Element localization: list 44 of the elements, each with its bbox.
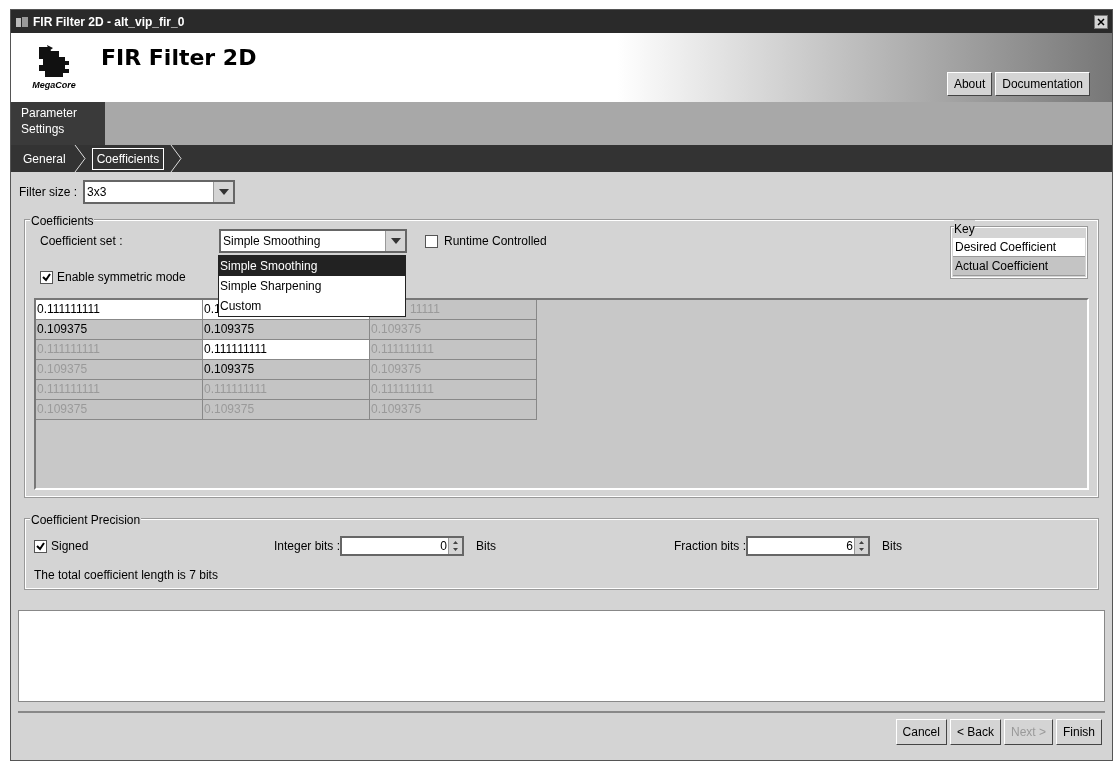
- checkbox-label: Runtime Controlled: [444, 233, 547, 250]
- documentation-button[interactable]: Documentation: [995, 72, 1090, 96]
- table-cell[interactable]: 0.111111111: [203, 340, 370, 360]
- checkbox[interactable]: [34, 539, 47, 553]
- dropdown-option[interactable]: Simple Smoothing: [219, 256, 405, 276]
- coefficient-set-dropdown[interactable]: Simple Smoothing: [219, 229, 407, 253]
- breadcrumb-tab[interactable]: General: [21, 148, 68, 169]
- chevron-icon: [170, 145, 183, 172]
- unit-label: Bits: [476, 538, 497, 555]
- wizard-button[interactable]: Cancel: [895, 719, 947, 745]
- close-icon: [1097, 17, 1105, 26]
- wizard-button[interactable]: < Back: [949, 719, 1001, 745]
- coefficient-length-text: The total coefficient length is 7 bits: [34, 567, 218, 584]
- checkbox[interactable]: [40, 270, 53, 284]
- key-entry: Desired Coefficient: [953, 238, 1085, 257]
- wizard-button[interactable]: Finish: [1056, 719, 1102, 745]
- caret-icon: [218, 189, 229, 195]
- field-label: Integer bits :: [274, 538, 341, 555]
- table-cell[interactable]: 0.109375: [203, 320, 370, 340]
- about-button[interactable]: About: [946, 72, 993, 96]
- checkbox-label: Enable symmetric mode: [57, 269, 186, 286]
- unit-label: Bits: [882, 538, 903, 555]
- field-label: Fraction bits :: [674, 538, 747, 555]
- close-button[interactable]: [1094, 14, 1108, 29]
- logo-caption: MegaCore: [32, 78, 76, 92]
- table-cell[interactable]: 0.111111111: [36, 300, 203, 320]
- caret-icon: [390, 238, 401, 244]
- key-entry: Actual Coefficient: [953, 257, 1085, 276]
- table-cell[interactable]: 0.109375: [36, 320, 203, 340]
- window-title: FIR Filter 2D - alt_vip_fir_0: [33, 13, 186, 31]
- table-cell[interactable]: 0.109375: [203, 360, 370, 380]
- checkbox[interactable]: [425, 234, 438, 248]
- page-title: FIR Filter 2D: [101, 44, 258, 72]
- filter-size-dropdown[interactable]: 3x3: [83, 180, 235, 204]
- group-legend: Key: [954, 220, 975, 238]
- spin-field[interactable]: 0: [340, 536, 465, 556]
- breadcrumb-tab[interactable]: Coefficients: [91, 147, 165, 170]
- field-label: Coefficient set :: [39, 233, 124, 250]
- field-label: Filter size :: [19, 184, 77, 201]
- spin-field[interactable]: 6: [746, 536, 871, 556]
- chevron-icon: [73, 145, 86, 172]
- checkbox-label: Signed: [51, 538, 89, 555]
- parameter-settings-tab[interactable]: Parameter Settings: [11, 102, 105, 145]
- window-icon: [15, 15, 29, 28]
